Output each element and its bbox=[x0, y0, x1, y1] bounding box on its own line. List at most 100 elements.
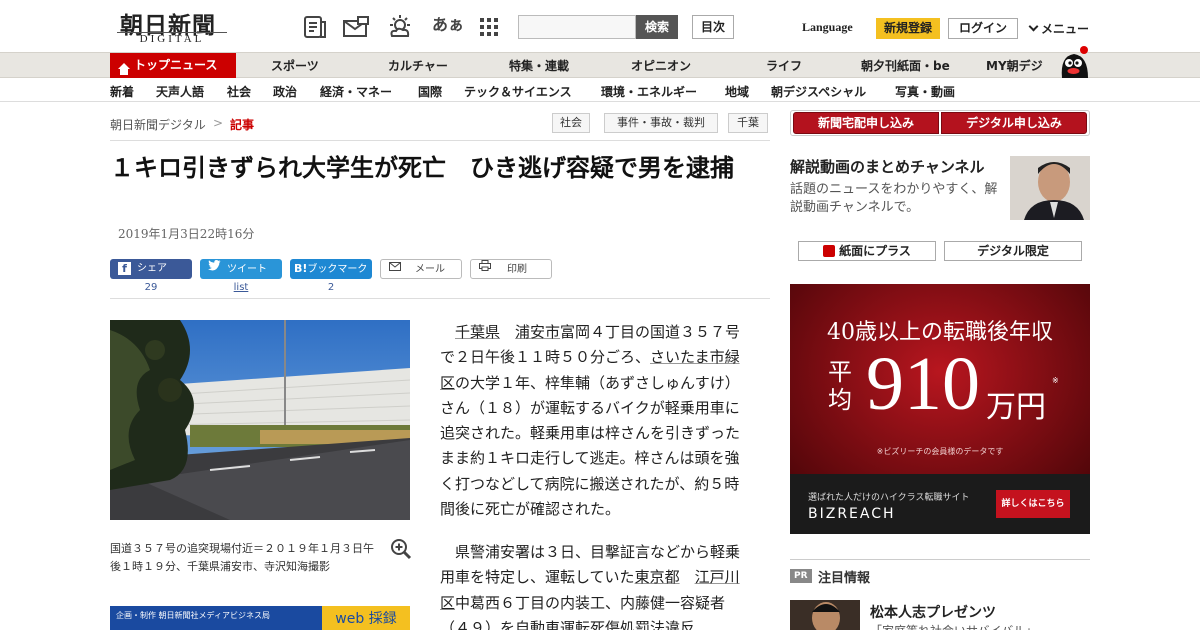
paper-plus-button[interactable]: 紙面にプラス bbox=[798, 241, 936, 261]
login-button[interactable]: ログイン bbox=[948, 18, 1018, 39]
channel-thumbnail[interactable] bbox=[1010, 156, 1090, 220]
language-link[interactable]: Language bbox=[802, 20, 853, 35]
article-paragraph-1: 千葉県 浦安市富岡４丁目の国道３５７号で２日午後１１時５０分ごろ、さいたま市緑区… bbox=[440, 320, 752, 522]
tag-society[interactable]: 社会 bbox=[552, 113, 590, 133]
paragraph-text: の大学１年、梓隼輔（あずさしゅんすけ）さん（１８）が運転するバイクが軽乗用車に追… bbox=[440, 373, 741, 519]
search-button[interactable]: 検索 bbox=[636, 15, 678, 39]
link-chiba[interactable]: 千葉県 bbox=[455, 323, 500, 341]
nav-item-culture[interactable]: カルチャー bbox=[388, 57, 448, 74]
facebook-count: 29 bbox=[144, 282, 158, 293]
font-size-icon[interactable]: あぁ bbox=[432, 14, 464, 40]
menu-button[interactable]: メニュー bbox=[1028, 20, 1090, 37]
tab-label: トップニュース bbox=[134, 58, 218, 72]
ad-tagline: 選ばれた人だけのハイクラス転職サイト bbox=[808, 493, 970, 503]
subscribe-digital-button[interactable]: デジタル申し込み bbox=[941, 112, 1087, 134]
nav-item-international[interactable]: 国際 bbox=[418, 83, 442, 100]
photo-caption: 国道３５７号の追突現場付近＝２０１９年１月３日午後１時１９分、千葉県浦安市、寺沢… bbox=[110, 542, 374, 573]
breadcrumb-current: 記事 bbox=[230, 118, 255, 132]
nav-item-sports[interactable]: スポーツ bbox=[271, 57, 319, 74]
nav-item-economy[interactable]: 経済・マネー bbox=[320, 83, 392, 100]
nav-item-my-asadigi[interactable]: MY朝デジ bbox=[986, 57, 1043, 74]
link-tokyo[interactable]: 東京都 bbox=[635, 568, 680, 586]
index-button[interactable]: 目次 bbox=[692, 15, 734, 39]
twitter-share-button[interactable]: ツイート bbox=[200, 259, 282, 279]
primary-nav: トップニュース スポーツ カルチャー 特集・連載 オピニオン ライフ 朝夕刊紙面… bbox=[0, 46, 1200, 78]
ad-cta-button[interactable]: 詳しくはこちら bbox=[996, 490, 1070, 518]
nav-item-life[interactable]: ライフ bbox=[766, 57, 802, 74]
nav-item-latest[interactable]: 新着 bbox=[110, 83, 134, 100]
nav-item-tech[interactable]: テック＆サイエンス bbox=[464, 83, 572, 100]
secondary-nav: 新着 天声人語 社会 政治 経済・マネー 国際 テック＆サイエンス 環境・エネル… bbox=[0, 78, 1200, 102]
paper-plus-label: 紙面にプラス bbox=[839, 244, 911, 258]
breadcrumb-separator: > bbox=[213, 116, 224, 130]
zoom-icon[interactable] bbox=[390, 538, 412, 560]
article-paragraph-2: 県警浦安署は３日、目撃証言などから軽乗用車を特定し、運転していた東京都 江戸川区… bbox=[440, 540, 752, 630]
hatena-count: 2 bbox=[327, 282, 335, 293]
channel-description: 話題のニュースをわかりやすく、解説動画チャンネルで。 bbox=[790, 182, 998, 215]
pr-item-thumbnail[interactable] bbox=[790, 600, 860, 630]
sponsored-label: web 採録 bbox=[322, 606, 410, 630]
nav-item-special[interactable]: 朝デジスペシャル bbox=[771, 83, 866, 100]
hatena-bookmark-button[interactable]: B!ブックマーク bbox=[290, 259, 372, 279]
sponsored-credit: 企画・制作 朝日新聞社メディアビジネス局 bbox=[116, 611, 270, 620]
tweet-label: ツイート bbox=[227, 264, 267, 275]
envelope-icon bbox=[389, 260, 401, 278]
twitter-list-link[interactable]: list bbox=[200, 282, 282, 293]
pr-item-title[interactable]: 松本人志プレゼンツ bbox=[870, 602, 996, 622]
channel-title[interactable]: 解説動画のまとめチャンネル bbox=[790, 156, 985, 177]
pr-title: 注目情報 bbox=[818, 571, 871, 586]
logo-subtitle[interactable]: DIGITAL bbox=[117, 32, 227, 46]
pr-item-subtitle: 「家庭等れ社会いサバイバル」 bbox=[870, 622, 1037, 630]
register-button[interactable]: 新規登録 bbox=[876, 18, 940, 39]
pr-badge: PR bbox=[790, 569, 812, 583]
nav-item-features[interactable]: 特集・連載 bbox=[509, 57, 569, 74]
divider bbox=[110, 140, 770, 141]
grid-icon[interactable] bbox=[478, 14, 504, 40]
hatena-icon: B! bbox=[294, 262, 308, 275]
nav-item-region[interactable]: 地域 bbox=[725, 83, 749, 100]
ad-number: 910 bbox=[866, 342, 980, 426]
tag-incident[interactable]: 事件・事故・裁判 bbox=[604, 113, 718, 133]
print-button[interactable]: 印刷 bbox=[470, 259, 552, 279]
pr-section-header: PR 注目情報 bbox=[790, 559, 1090, 589]
subscribe-paper-button[interactable]: 新聞宅配申し込み bbox=[793, 112, 939, 134]
ad-unit: 万円 bbox=[986, 390, 1046, 425]
article-date: 2019年1月3日22時16分 bbox=[118, 227, 255, 241]
mascot-icon bbox=[1056, 44, 1092, 80]
mail-share-button[interactable]: メール bbox=[380, 259, 462, 279]
article-photo[interactable] bbox=[110, 320, 410, 520]
newspaper-icon[interactable] bbox=[302, 14, 328, 40]
asahi-badge-icon bbox=[823, 244, 836, 257]
digital-only-button[interactable]: デジタル限定 bbox=[944, 241, 1082, 261]
printer-icon bbox=[479, 260, 491, 278]
share-label: シェア bbox=[137, 263, 167, 274]
search-input[interactable] bbox=[518, 15, 636, 39]
nav-item-society[interactable]: 社会 bbox=[227, 83, 251, 100]
link-urayasu[interactable]: 浦安市 bbox=[515, 323, 560, 341]
facebook-icon: f bbox=[118, 261, 131, 275]
sponsored-banner[interactable]: 企画・制作 朝日新聞社メディアビジネス局 web 採録 bbox=[110, 606, 410, 630]
mail-label: メール bbox=[415, 264, 445, 275]
menu-label: メニュー bbox=[1041, 22, 1090, 36]
ad-average: 平均 bbox=[828, 358, 852, 414]
mail-icon[interactable] bbox=[342, 14, 369, 40]
tag-chiba[interactable]: 千葉 bbox=[728, 113, 768, 133]
paragraph-text: 中葛西６丁目の内装工、内藤健一容疑者（４９）を自動車運転死傷処罰法違反 bbox=[440, 593, 726, 630]
tab-top-news[interactable]: トップニュース bbox=[110, 53, 236, 78]
weather-icon[interactable] bbox=[386, 14, 412, 40]
print-label: 印刷 bbox=[507, 264, 527, 275]
site-header: 朝日新聞 DIGITAL あぁ 検索 目次 Language 新規登録 ログイン… bbox=[0, 0, 1200, 52]
ad-brand: BIZREACH bbox=[808, 506, 896, 522]
nav-item-tensei[interactable]: 天声人語 bbox=[156, 83, 204, 100]
breadcrumb-home[interactable]: 朝日新聞デジタル bbox=[110, 116, 206, 133]
facebook-share-button[interactable]: f シェア bbox=[110, 259, 192, 279]
bizreach-ad[interactable]: 40歳以上の転職後年収 平均 910 万円 ※ ※ビズリーチの会員様のデータです… bbox=[790, 284, 1090, 534]
nav-item-politics[interactable]: 政治 bbox=[273, 83, 297, 100]
ad-note: ※ビズリーチの会員様のデータです bbox=[876, 447, 1004, 456]
nav-item-opinion[interactable]: オピニオン bbox=[631, 57, 691, 74]
nav-item-paper[interactable]: 朝夕刊紙面・be bbox=[861, 57, 950, 74]
bookmark-label: ブックマーク bbox=[307, 264, 368, 275]
nav-item-environment[interactable]: 環境・エネルギー bbox=[601, 83, 697, 100]
ad-note-mark: ※ bbox=[1052, 376, 1059, 385]
nav-item-photo[interactable]: 写真・動画 bbox=[895, 83, 955, 100]
